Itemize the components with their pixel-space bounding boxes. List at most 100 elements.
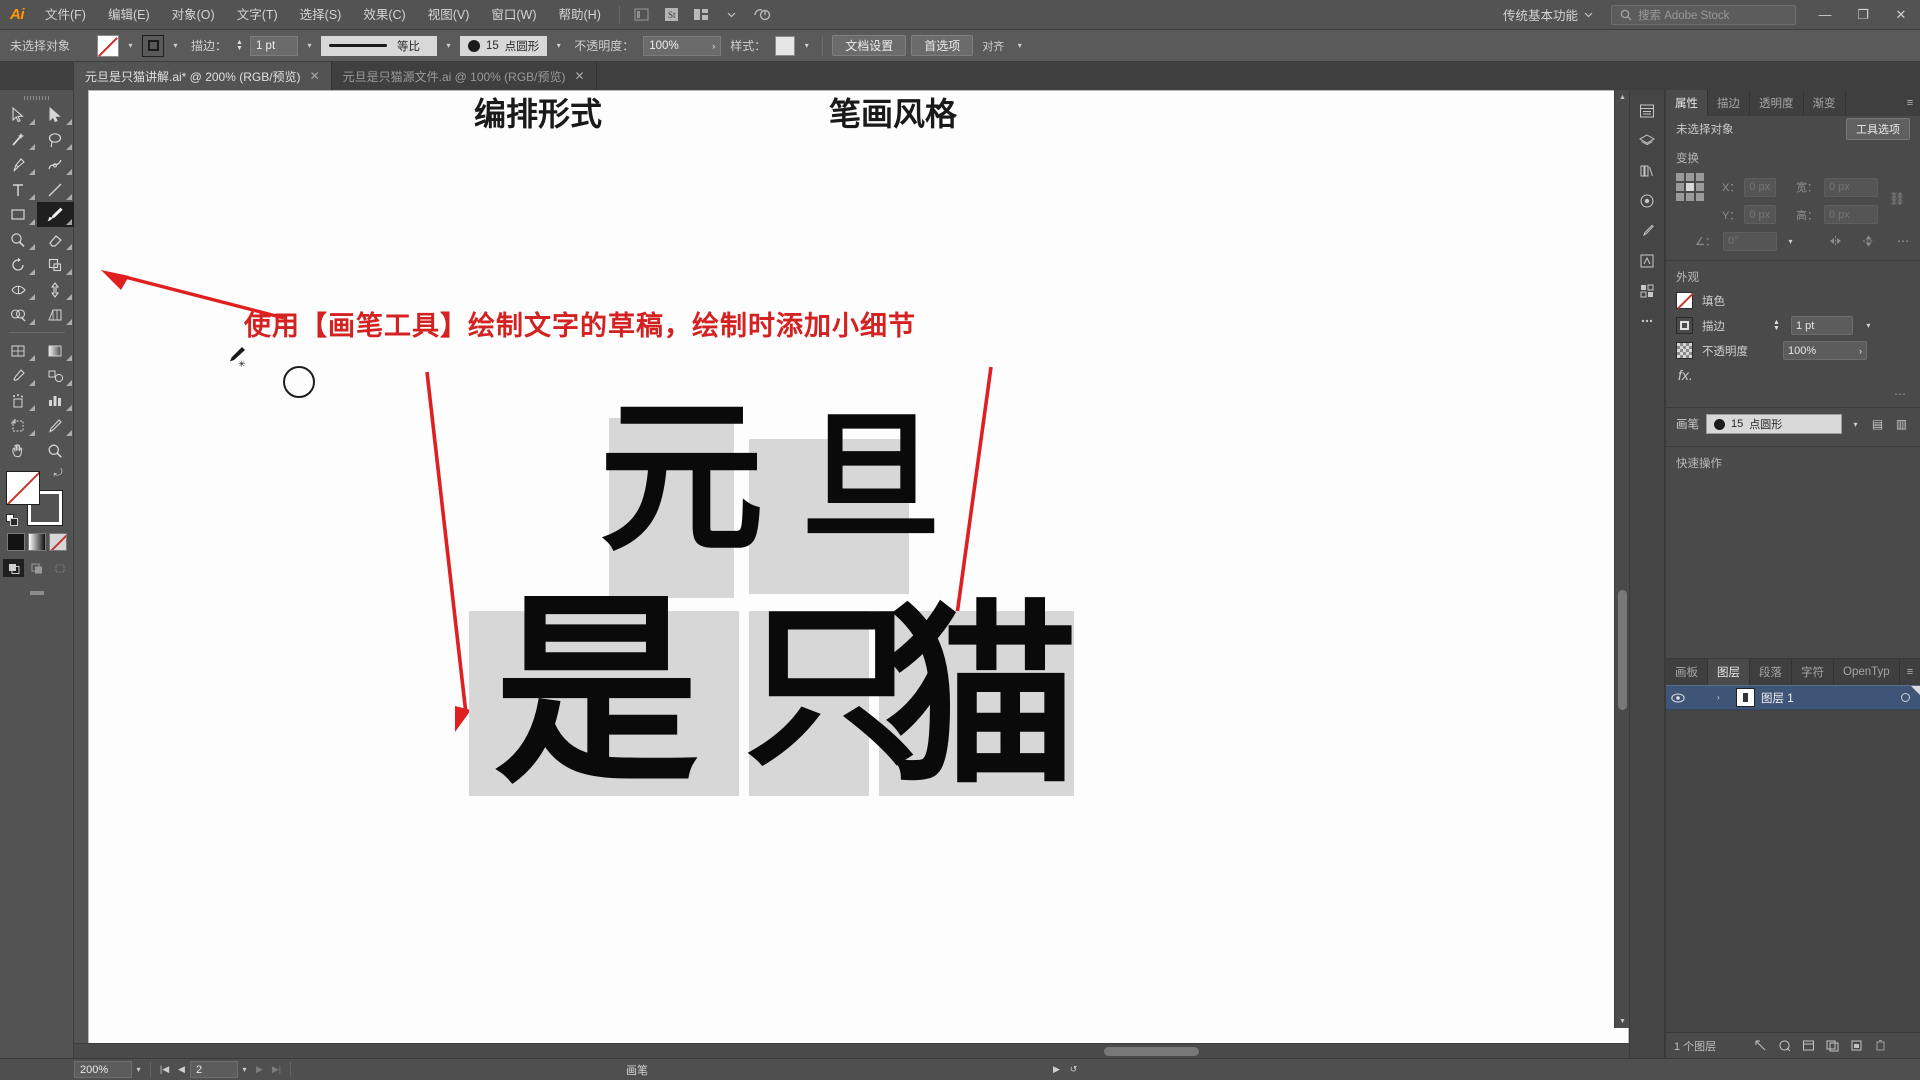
- appearance-stroke-stepper[interactable]: ▲ ▼: [1773, 319, 1780, 332]
- stroke-weight-dropdown-icon[interactable]: ▾: [303, 36, 316, 56]
- align-dropdown-icon[interactable]: ▾: [1013, 36, 1026, 56]
- none-mode-button[interactable]: [48, 533, 67, 551]
- first-artboard-icon[interactable]: |◀: [156, 1064, 173, 1075]
- transform-w-input[interactable]: 0 px: [1824, 177, 1878, 197]
- brush-options-icon[interactable]: ▤: [1869, 417, 1886, 431]
- vertical-scroll-thumb[interactable]: [1618, 590, 1627, 710]
- tab-transparency[interactable]: 透明度: [1750, 90, 1804, 116]
- opacity-flyout-icon[interactable]: ›: [1859, 346, 1862, 356]
- create-sublayer-icon[interactable]: [1798, 1036, 1818, 1056]
- play-icon[interactable]: ▶: [1048, 1064, 1065, 1075]
- stroke-stepper[interactable]: ▲ ▼: [236, 39, 243, 52]
- artboard-tool[interactable]: [0, 413, 37, 438]
- duplicate-layer-icon[interactable]: [1846, 1036, 1866, 1056]
- close-tab-icon[interactable]: ✕: [310, 69, 320, 83]
- shaper-tool[interactable]: [0, 227, 37, 252]
- mesh-tool[interactable]: [0, 338, 37, 363]
- color-dock-icon[interactable]: [1633, 188, 1661, 214]
- tab-artboards[interactable]: 画板: [1666, 659, 1708, 685]
- stock-icon[interactable]: St: [659, 4, 685, 26]
- menu-file[interactable]: 文件(F): [34, 0, 97, 30]
- brush-dropdown-icon[interactable]: ▾: [552, 36, 565, 56]
- menu-window[interactable]: 窗口(W): [480, 0, 547, 30]
- swap-fill-stroke-icon[interactable]: ⤾: [54, 467, 68, 481]
- swatches-dock-icon[interactable]: [1633, 278, 1661, 304]
- stroke-profile-dropdown-icon[interactable]: ▾: [442, 36, 455, 56]
- opacity-flyout-icon[interactable]: ›: [712, 41, 715, 51]
- tool-options-button[interactable]: 工具选项: [1846, 118, 1910, 140]
- maximize-button[interactable]: ❐: [1844, 0, 1882, 30]
- minimize-button[interactable]: —: [1806, 0, 1844, 30]
- gradient-mode-button[interactable]: [27, 533, 46, 551]
- canvas-horizontal-scrollbar[interactable]: [74, 1043, 1629, 1058]
- chevron-down-icon[interactable]: [719, 4, 745, 26]
- tab-stroke[interactable]: 描边: [1708, 90, 1750, 116]
- appearance-opacity-swatch[interactable]: [1676, 342, 1693, 359]
- type-tool[interactable]: [0, 177, 37, 202]
- style-dropdown-icon[interactable]: ▾: [800, 36, 813, 56]
- brush-select[interactable]: 15 点圆形: [1706, 414, 1842, 434]
- paintbrush-tool[interactable]: [36, 202, 74, 227]
- more-dock-icon[interactable]: [1633, 308, 1661, 334]
- transform-angle-input[interactable]: 0°: [1723, 231, 1777, 251]
- stroke-weight-input[interactable]: 1 pt: [249, 35, 298, 56]
- canvas-scroll-region[interactable]: 编排形式 笔画风格 使用【画笔工具】绘制文字的草稿，绘制时添加小细节 ✳ 元 旦…: [74, 90, 1629, 1043]
- appearance-more-icon[interactable]: ⋯: [1666, 387, 1920, 401]
- curvature-tool[interactable]: [37, 152, 74, 177]
- panel-menu-icon[interactable]: ≡: [1900, 90, 1920, 116]
- graphic-style-swatch[interactable]: [775, 35, 796, 56]
- zoom-dropdown-icon[interactable]: ▾: [132, 1060, 145, 1080]
- stroke-swatch[interactable]: [142, 34, 164, 57]
- properties-dock-icon[interactable]: [1633, 98, 1661, 124]
- zoom-tool[interactable]: [37, 438, 74, 463]
- line-segment-tool[interactable]: [37, 177, 74, 202]
- width-tool[interactable]: [0, 277, 37, 302]
- appearance-fx-button[interactable]: fx.: [1666, 363, 1920, 387]
- lasso-tool[interactable]: [37, 127, 74, 152]
- last-artboard-icon[interactable]: ▶|: [268, 1064, 285, 1075]
- scroll-up-icon[interactable]: ▲: [1615, 90, 1629, 104]
- next-artboard-icon[interactable]: ▶: [251, 1064, 268, 1075]
- layers-dock-icon[interactable]: [1633, 128, 1661, 154]
- search-input[interactable]: 搜索 Adobe Stock: [1611, 4, 1796, 25]
- libraries-dock-icon[interactable]: [1633, 158, 1661, 184]
- brush-definition-select[interactable]: 15 点圆形: [459, 35, 548, 56]
- artboard-number-input[interactable]: 2: [190, 1061, 238, 1078]
- horizontal-scroll-thumb[interactable]: [1104, 1047, 1199, 1056]
- tab-character[interactable]: 字符: [1792, 659, 1834, 685]
- slice-tool[interactable]: [37, 413, 74, 438]
- menu-edit[interactable]: 编辑(E): [97, 0, 161, 30]
- bridge-icon[interactable]: [629, 4, 655, 26]
- menu-object[interactable]: 对象(O): [161, 0, 226, 30]
- document-tab-active[interactable]: 元旦是只猫讲解.ai* @ 200% (RGB/预览) ✕: [74, 62, 332, 90]
- transform-more-options-icon[interactable]: ⋯: [1897, 234, 1910, 248]
- appearance-stroke-dropdown-icon[interactable]: ▾: [1862, 316, 1875, 336]
- appearance-fill-swatch[interactable]: [1676, 292, 1693, 309]
- draw-behind-icon[interactable]: [26, 559, 47, 577]
- close-tab-icon[interactable]: ✕: [575, 69, 585, 83]
- blend-tool[interactable]: [37, 363, 74, 388]
- gradient-tool[interactable]: [37, 338, 74, 363]
- menu-effect[interactable]: 效果(C): [352, 0, 416, 30]
- column-graph-tool[interactable]: [37, 388, 74, 413]
- sync-settings-icon[interactable]: [749, 4, 775, 26]
- perspective-grid-tool[interactable]: [37, 302, 74, 327]
- appearance-opacity-input[interactable]: 100% ›: [1783, 341, 1867, 360]
- artboard-dropdown-icon[interactable]: ▾: [238, 1060, 251, 1080]
- fill-color-box[interactable]: [5, 471, 40, 505]
- tab-layers[interactable]: 图层: [1708, 659, 1750, 685]
- close-button[interactable]: ✕: [1882, 0, 1920, 30]
- stroke-profile-select[interactable]: 等比: [320, 35, 437, 56]
- shape-builder-tool[interactable]: [0, 302, 37, 327]
- magic-wand-tool[interactable]: [0, 127, 37, 152]
- rotate-tool[interactable]: [0, 252, 37, 277]
- screen-mode-icon[interactable]: [26, 584, 48, 602]
- layer-target-icon[interactable]: [1901, 693, 1910, 702]
- layer-visibility-icon[interactable]: [1671, 693, 1689, 703]
- document-tab-secondary[interactable]: 元旦是只猫源文件.ai @ 100% (RGB/预览) ✕: [331, 62, 597, 90]
- preferences-button[interactable]: 首选项: [911, 35, 974, 56]
- tab-paragraph[interactable]: 段落: [1750, 659, 1792, 685]
- eraser-tool[interactable]: [37, 227, 74, 252]
- menu-select[interactable]: 选择(S): [289, 0, 353, 30]
- document-setup-button[interactable]: 文档设置: [832, 35, 907, 56]
